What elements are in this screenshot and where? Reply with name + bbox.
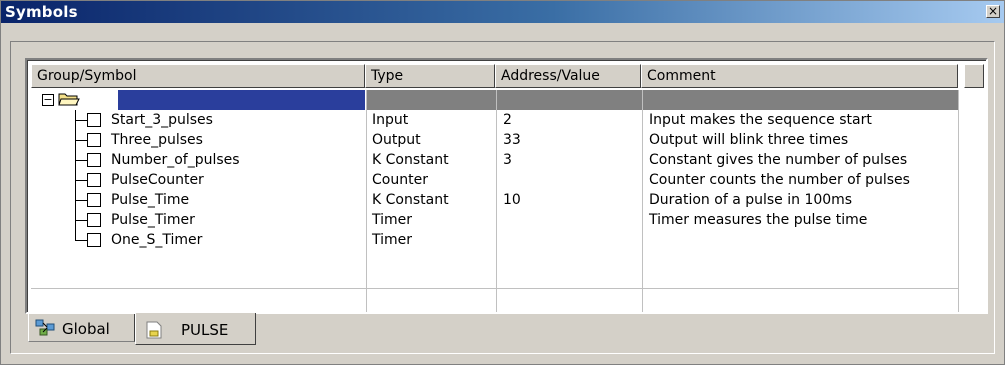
type-cell[interactable]: Counter: [372, 170, 428, 190]
tree-connector: [75, 180, 87, 181]
symbol-name-cell[interactable]: Pulse_Time: [111, 190, 189, 210]
header-scroll-corner: [964, 64, 984, 88]
symbol-icon: [87, 113, 101, 127]
group-row[interactable]: −: [33, 90, 984, 110]
group-type-cell: [366, 90, 496, 110]
symbol-name-cell[interactable]: PulseCounter: [111, 170, 204, 190]
symbol-name-cell[interactable]: One_S_Timer: [111, 230, 202, 250]
window-title: Symbols: [5, 3, 78, 21]
tree-connector: [75, 220, 87, 221]
tree-connector: [75, 140, 87, 141]
table-row[interactable]: Three_pulses Output 33 Output will blink th…: [33, 130, 984, 150]
title-bar[interactable]: Symbols ×: [1, 1, 1004, 23]
symbol-icon: [87, 153, 101, 167]
table-row[interactable]: Pulse_Timer Timer Timer measures the pulse…: [33, 210, 984, 230]
comment-cell[interactable]: Input makes the sequence start: [649, 110, 872, 130]
symbol-name-cell[interactable]: Number_of_pulses: [111, 150, 240, 170]
tree-connector: [75, 120, 87, 121]
group-address-cell: [497, 90, 642, 110]
group-comment-cell: [643, 90, 959, 110]
table-row[interactable]: One_S_Timer Timer: [33, 230, 984, 250]
symbol-name-cell[interactable]: Three_pulses: [111, 130, 203, 150]
symbol-name-cell[interactable]: Start_3_pulses: [111, 110, 213, 130]
table-row[interactable]: Number_of_pulses K Constant 3 Constant give…: [33, 150, 984, 170]
tab-global-label: Global: [62, 320, 110, 338]
address-value-cell[interactable]: 33: [503, 130, 521, 150]
type-cell[interactable]: Input: [372, 110, 408, 130]
tree-connector: [75, 200, 87, 201]
table-row[interactable]: Start_3_pulses Input 2 Input makes the sequ…: [33, 110, 984, 130]
tree-connector: [75, 240, 87, 241]
collapse-toggle-icon[interactable]: −: [42, 94, 54, 106]
symbol-name-cell[interactable]: Pulse_Timer: [111, 210, 195, 230]
comment-cell[interactable]: Timer measures the pulse time: [649, 210, 867, 230]
group-name-cell[interactable]: [118, 90, 365, 110]
comment-cell[interactable]: Constant gives the number of pulses: [649, 150, 907, 170]
symbol-icon: [87, 133, 101, 147]
address-value-cell[interactable]: 10: [503, 190, 521, 210]
tree-connector: [75, 160, 87, 161]
tab-pulse-label: PULSE: [181, 321, 229, 339]
column-header-type[interactable]: Type: [365, 64, 495, 88]
type-cell[interactable]: Timer: [372, 210, 412, 230]
open-folder-icon: [58, 93, 80, 106]
address-value-cell[interactable]: 2: [503, 110, 512, 130]
type-cell[interactable]: Output: [372, 130, 421, 150]
tab-global[interactable]: Global: [28, 314, 135, 342]
symbols-table: Group/Symbol Type Address/Value Comment …: [25, 58, 988, 314]
column-divider: [958, 90, 959, 312]
symbol-icon: [87, 193, 101, 207]
close-button[interactable]: ×: [986, 5, 1000, 18]
comment-cell[interactable]: Counter counts the number of pulses: [649, 170, 910, 190]
column-header-group-symbol[interactable]: Group/Symbol: [31, 64, 365, 88]
table-row[interactable]: PulseCounter Counter Counter counts the nu…: [33, 170, 984, 190]
tab-pulse[interactable]: PULSE: [135, 313, 256, 345]
symbol-icon: [87, 173, 101, 187]
symbol-icon: [87, 233, 101, 247]
column-header-comment[interactable]: Comment: [641, 64, 958, 88]
symbol-icon: [87, 213, 101, 227]
tree-connector: [75, 230, 76, 240]
row-divider: [31, 288, 959, 289]
comment-cell[interactable]: Duration of a pulse in 100ms: [649, 190, 852, 210]
comment-cell[interactable]: Output will blink three times: [649, 130, 848, 150]
address-value-cell[interactable]: 3: [503, 150, 512, 170]
type-cell[interactable]: K Constant: [372, 190, 449, 210]
global-symbols-icon: [35, 319, 55, 336]
pulse-program-icon: [146, 321, 162, 339]
column-divider: [642, 90, 643, 312]
column-divider: [366, 90, 367, 312]
table-row[interactable]: Pulse_Time K Constant 10 Duration of a puls…: [33, 190, 984, 210]
column-header-address-value[interactable]: Address/Value: [495, 64, 641, 88]
type-cell[interactable]: K Constant: [372, 150, 449, 170]
type-cell[interactable]: Timer: [372, 230, 412, 250]
column-divider: [496, 90, 497, 312]
